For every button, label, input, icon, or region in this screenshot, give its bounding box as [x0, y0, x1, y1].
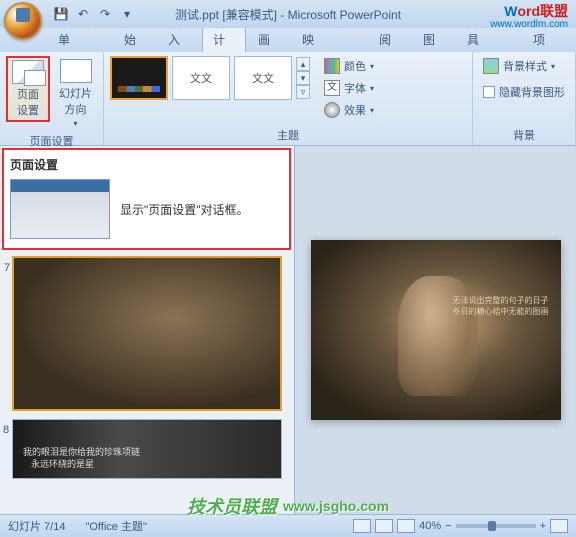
zoom-out-button[interactable]: −: [445, 520, 451, 532]
chevron-down-icon: ▾: [551, 62, 555, 71]
effects-icon: [324, 102, 340, 118]
thumbnail-number: 8: [3, 424, 9, 436]
tooltip-description: 显示"页面设置"对话框。: [120, 201, 249, 218]
normal-view-button[interactable]: [353, 519, 371, 533]
window-title: 测试.ppt [兼容模式] - Microsoft PowerPoint: [175, 6, 401, 23]
checkbox-icon: [483, 86, 495, 98]
thumbnail-number: 7: [4, 262, 10, 274]
orientation-icon: [60, 59, 92, 83]
group-page-setup: 页面 设置 幻灯片 方向 ▾ 页面设置: [0, 52, 104, 145]
theme-effects-button[interactable]: 效果▾: [320, 100, 378, 120]
zoom-in-button[interactable]: +: [540, 520, 546, 532]
tooltip-title: 页面设置: [10, 156, 283, 173]
redo-icon[interactable]: ↷: [96, 5, 114, 23]
slide-thumbnail-7[interactable]: 7: [12, 256, 282, 411]
slide-image-content: [398, 276, 478, 396]
fit-window-button[interactable]: [550, 519, 568, 533]
page-setup-button[interactable]: 页面 设置: [6, 56, 50, 122]
title-bar: 💾 ↶ ↷ ▾ 测试.ppt [兼容模式] - Microsoft PowerP…: [0, 0, 576, 28]
gallery-scroll: ▴ ▾ ▿: [296, 57, 310, 99]
slide-orientation-button[interactable]: 幻灯片 方向 ▾: [54, 56, 97, 131]
slideshow-view-button[interactable]: [397, 519, 415, 533]
gallery-more-icon[interactable]: ▿: [296, 85, 310, 99]
slide-text: 无法说出完整的句子的日子 冬日的糖心桔中无能的图画: [453, 295, 549, 317]
save-icon[interactable]: 💾: [52, 5, 70, 23]
ribbon-tabs: 经典菜单 开始 插入 设计 动画 幻灯片放映 审阅 视图 开发工具 加载项: [0, 28, 576, 52]
workspace: 页面设置 显示"页面设置"对话框。 7 8 我的眼泪是你给我的珍珠项链 永远环绕…: [0, 146, 576, 514]
chevron-down-icon: ▾: [370, 62, 374, 71]
themes-gallery: 文文 文文 ▴ ▾ ▿: [110, 56, 310, 100]
qat-dropdown-icon[interactable]: ▾: [118, 5, 136, 23]
theme-thumbnail[interactable]: 文文: [234, 56, 292, 100]
chevron-down-icon: ▾: [370, 106, 374, 115]
undo-icon[interactable]: ↶: [74, 5, 92, 23]
status-slide-number: 幻灯片 7/14: [8, 518, 65, 534]
watermark-top: Word联盟 www.wordlm.com: [490, 4, 568, 30]
theme-thumbnail[interactable]: [110, 56, 168, 100]
watermark-bottom: 技术员联盟 www.jsgho.com: [187, 493, 389, 519]
thumbnail-caption: 永远环绕的是星: [31, 457, 94, 470]
group-label-themes: 主题: [110, 125, 466, 143]
fonts-icon: 文: [324, 80, 340, 96]
gallery-up-icon[interactable]: ▴: [296, 57, 310, 71]
zoom-level: 40%: [419, 520, 441, 532]
group-background: 背景样式▾ 隐藏背景图形 背景: [473, 52, 576, 145]
gallery-down-icon[interactable]: ▾: [296, 71, 310, 85]
tooltip-preview-image: [10, 179, 110, 239]
chevron-down-icon: ▾: [370, 84, 374, 93]
ribbon: 页面 设置 幻灯片 方向 ▾ 页面设置 文文 文文 ▴ ▾ ▿: [0, 52, 576, 146]
theme-thumbnail[interactable]: 文文: [172, 56, 230, 100]
page-setup-icon: [12, 60, 44, 84]
theme-fonts-button[interactable]: 文字体▾: [320, 78, 378, 98]
slide-thumbnail-8[interactable]: 8 我的眼泪是你给我的珍珠项链 永远环绕的是星: [12, 419, 282, 479]
zoom-slider[interactable]: [456, 524, 536, 528]
status-theme-name: "Office 主题": [85, 518, 146, 534]
slide-editor[interactable]: 无法说出完整的句子的日子 冬日的糖心桔中无能的图画: [295, 146, 576, 514]
office-button[interactable]: [4, 2, 42, 40]
theme-colors-button[interactable]: 颜色▾: [320, 56, 378, 76]
group-label-background: 背景: [479, 125, 569, 143]
background-styles-icon: [483, 58, 499, 74]
background-styles-button[interactable]: 背景样式▾: [479, 56, 559, 76]
group-themes: 文文 文文 ▴ ▾ ▿ 颜色▾ 文字体▾ 效果▾ 主题: [104, 52, 473, 145]
quick-access-toolbar: 💾 ↶ ↷ ▾: [52, 5, 136, 23]
chevron-down-icon: ▾: [73, 119, 77, 128]
slide-thumbnail-panel: 页面设置 显示"页面设置"对话框。 7 8 我的眼泪是你给我的珍珠项链 永远环绕…: [0, 146, 295, 514]
slide-canvas[interactable]: 无法说出完整的句子的日子 冬日的糖心桔中无能的图画: [311, 240, 561, 420]
tooltip-page-setup: 页面设置 显示"页面设置"对话框。: [2, 148, 291, 250]
hide-background-checkbox[interactable]: 隐藏背景图形: [479, 82, 569, 102]
sorter-view-button[interactable]: [375, 519, 393, 533]
colors-icon: [324, 58, 340, 74]
